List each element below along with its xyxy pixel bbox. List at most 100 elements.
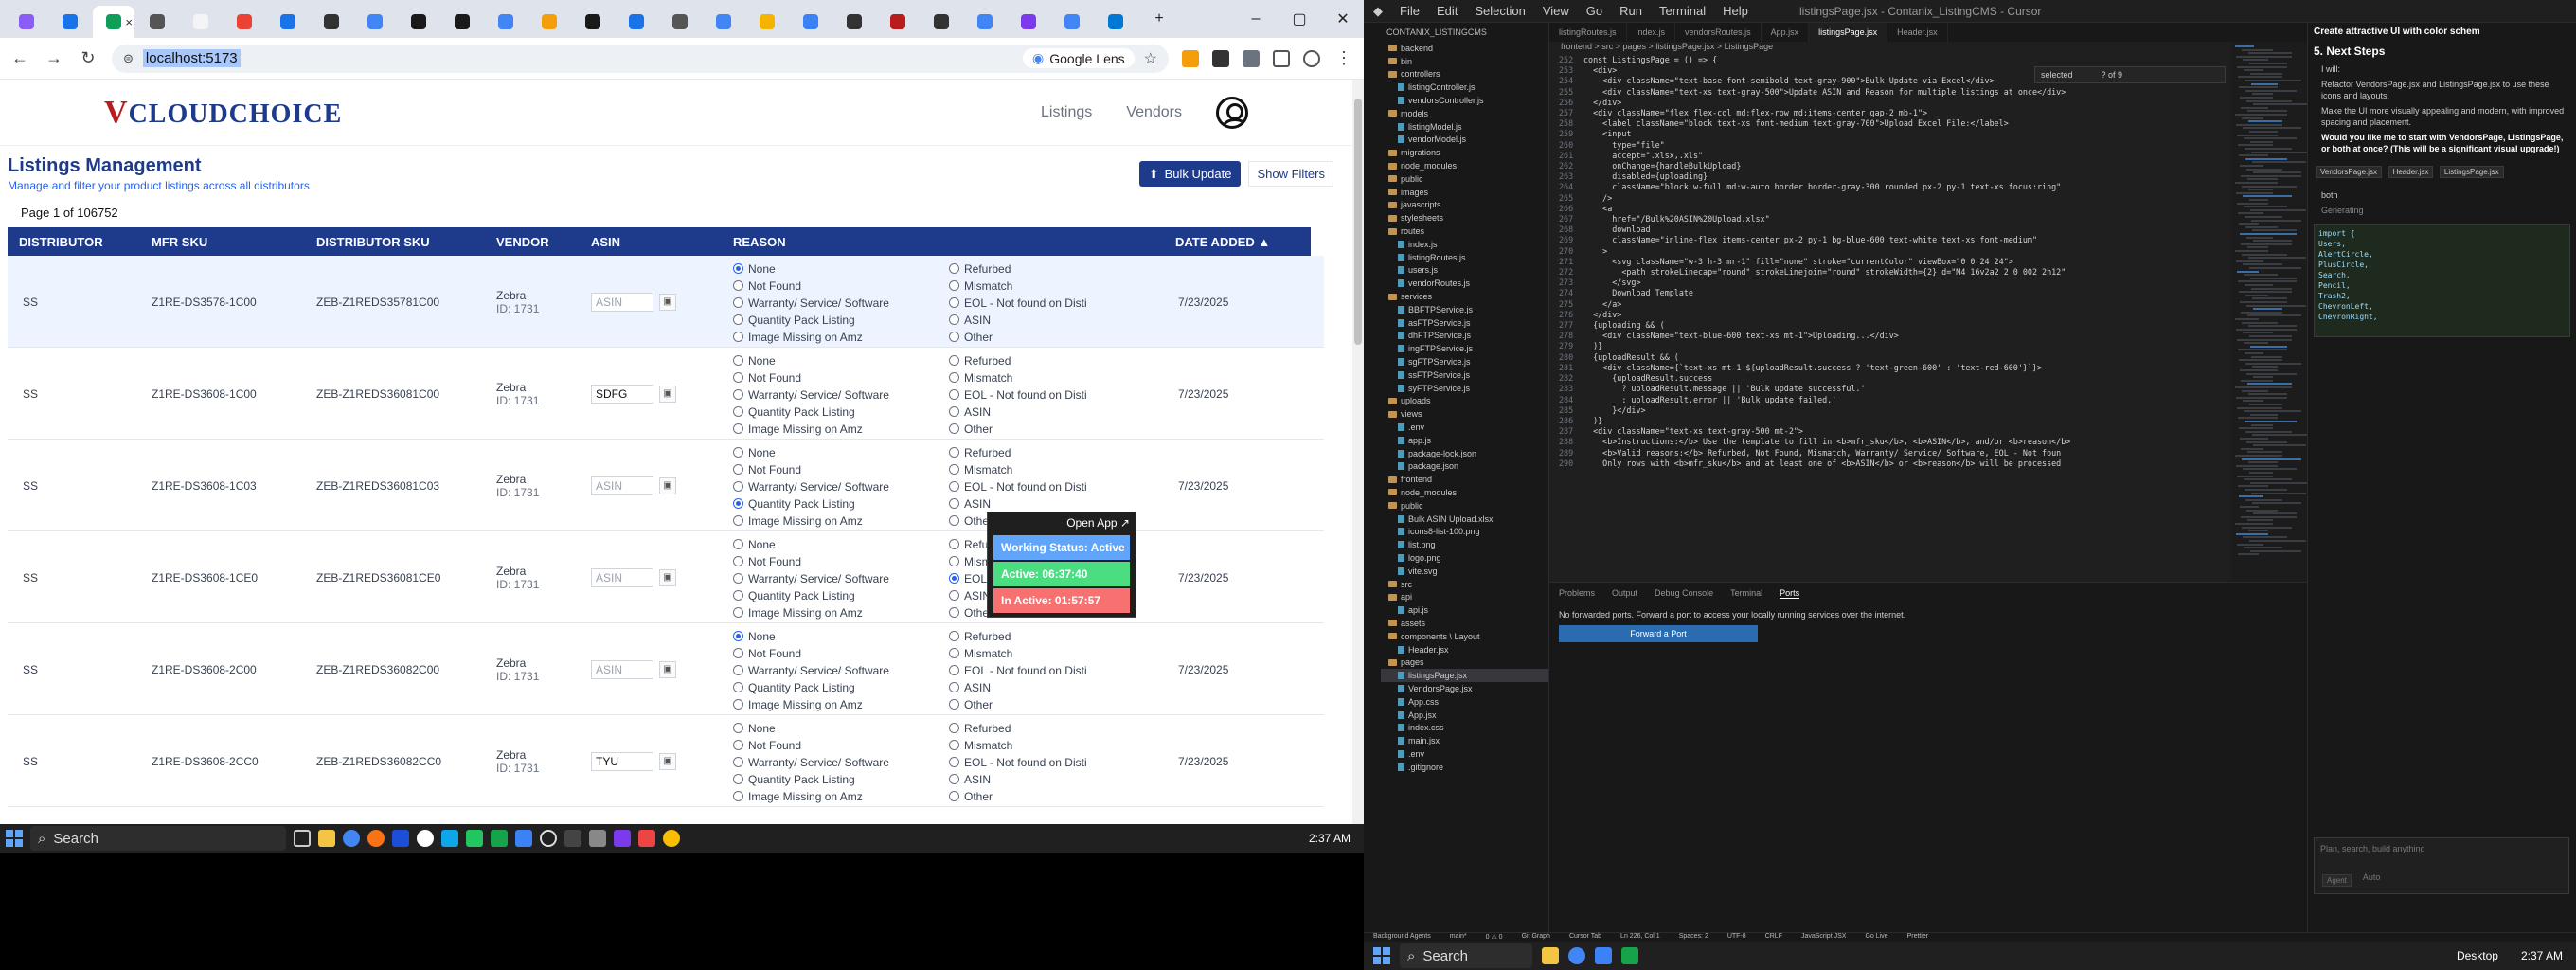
file-explorer-icon[interactable]: [318, 830, 335, 847]
reason-radio[interactable]: Refurbed: [949, 261, 1087, 276]
explorer-item[interactable]: assets: [1381, 617, 1548, 630]
open-app-link[interactable]: Open App ↗: [988, 512, 1136, 533]
explorer-item[interactable]: api.js: [1381, 603, 1548, 617]
radio-circle[interactable]: [949, 774, 959, 784]
reason-radio[interactable]: Image Missing on Amz: [733, 789, 889, 803]
browser-tab[interactable]: [398, 6, 439, 38]
explorer-item[interactable]: users.js: [1381, 264, 1548, 278]
explorer-item[interactable]: listingController.js: [1381, 81, 1548, 94]
reason-radio[interactable]: Refurbed: [949, 721, 1087, 735]
asin-input[interactable]: ASIN: [591, 659, 653, 679]
explorer-item[interactable]: VendorsPage.jsx: [1381, 682, 1548, 695]
radio-circle[interactable]: [949, 648, 959, 658]
radio-circle[interactable]: [949, 682, 959, 692]
reason-radio[interactable]: ASIN: [949, 496, 1087, 511]
radio-circle[interactable]: [949, 280, 959, 291]
status-item[interactable]: Ln 226, Col 1: [1620, 933, 1660, 942]
radio-circle[interactable]: [733, 573, 743, 584]
reason-radio[interactable]: Image Missing on Amz: [733, 697, 889, 711]
radio-circle[interactable]: [733, 406, 743, 417]
app-icon[interactable]: [417, 830, 434, 847]
col-mfr-sku[interactable]: MFR SKU: [152, 235, 207, 249]
editor-tab[interactable]: index.js: [1627, 23, 1676, 42]
reason-radio[interactable]: EOL - Not found on Disti: [949, 387, 1087, 402]
explorer-item[interactable]: api: [1381, 590, 1548, 603]
radio-circle[interactable]: [949, 481, 959, 492]
radio-circle[interactable]: [733, 498, 743, 509]
save-icon[interactable]: ▣: [659, 476, 676, 494]
file-explorer-icon[interactable]: [1542, 947, 1559, 964]
explorer-item[interactable]: main.jsx: [1381, 734, 1548, 747]
radio-circle[interactable]: [733, 607, 743, 618]
explorer-item[interactable]: bin: [1381, 55, 1548, 68]
reason-radio[interactable]: None: [733, 261, 889, 276]
reason-radio[interactable]: Not Found: [733, 738, 889, 752]
browser-tab[interactable]: [572, 6, 614, 38]
browser-tab[interactable]: [441, 6, 483, 38]
menu-help[interactable]: Help: [1723, 4, 1748, 18]
minimize-icon[interactable]: –: [1235, 10, 1277, 27]
taskbar-clock[interactable]: 2:37 AM: [2508, 949, 2576, 962]
reason-radio[interactable]: Quantity Pack Listing: [733, 313, 889, 327]
reason-radio[interactable]: None: [733, 445, 889, 459]
radio-circle[interactable]: [733, 297, 743, 308]
radio-circle[interactable]: [949, 699, 959, 710]
url-text[interactable]: localhost:5173: [142, 49, 241, 67]
show-filters-button[interactable]: Show Filters: [1248, 161, 1333, 187]
reason-radio[interactable]: Quantity Pack Listing: [733, 772, 889, 786]
nav-vendors[interactable]: Vendors: [1126, 104, 1182, 121]
col-vendor[interactable]: VENDOR: [496, 235, 549, 249]
reason-radio[interactable]: Image Missing on Amz: [733, 605, 889, 620]
reason-radio[interactable]: Other: [949, 789, 1087, 803]
menu-go[interactable]: Go: [1586, 4, 1602, 18]
browser-tab[interactable]: [180, 6, 222, 38]
explorer-item[interactable]: vendorModel.js: [1381, 134, 1548, 147]
agent-mode-select[interactable]: Agent: [2322, 874, 2352, 887]
explorer-item[interactable]: BBFTPService.js: [1381, 303, 1548, 316]
app-icon[interactable]: [564, 830, 581, 847]
reason-radio[interactable]: Mismatch: [949, 278, 1087, 293]
reason-radio[interactable]: Refurbed: [949, 353, 1087, 368]
vscode-icon[interactable]: [1595, 947, 1612, 964]
reason-radio[interactable]: Quantity Pack Listing: [733, 680, 889, 694]
col-date-added[interactable]: DATE ADDED ▲: [1175, 235, 1270, 249]
explorer-item[interactable]: components \ Layout: [1381, 630, 1548, 643]
radio-circle[interactable]: [733, 389, 743, 400]
reason-radio[interactable]: Not Found: [733, 278, 889, 293]
desktop-label[interactable]: Desktop: [2457, 949, 2498, 962]
status-item[interactable]: JavaScript JSX: [1801, 933, 1846, 942]
explorer-item[interactable]: javascripts: [1381, 199, 1548, 212]
vscode-icon[interactable]: [515, 830, 532, 847]
browser-tab[interactable]: [1008, 6, 1049, 38]
radio-circle[interactable]: [733, 423, 743, 434]
reason-radio[interactable]: None: [733, 629, 889, 643]
app-icon[interactable]: [441, 830, 458, 847]
radio-circle[interactable]: [949, 423, 959, 434]
browser-tab[interactable]: [659, 6, 701, 38]
taskbar-clock[interactable]: 2:37 AM: [1309, 832, 1364, 845]
explorer-item[interactable]: sgFTPService.js: [1381, 355, 1548, 368]
radio-circle[interactable]: [733, 648, 743, 658]
explorer-item[interactable]: asFTPService.js: [1381, 316, 1548, 330]
col-distributor-sku[interactable]: DISTRIBUTOR SKU: [316, 235, 430, 249]
browser-tab[interactable]: [6, 6, 47, 38]
status-item[interactable]: Go Live: [1865, 933, 1887, 942]
windows-start-icon[interactable]: [1373, 947, 1390, 964]
browser-tab[interactable]: [964, 6, 1006, 38]
asin-input[interactable]: ASIN: [591, 567, 653, 587]
model-select[interactable]: Auto: [2363, 872, 2381, 889]
explorer-item[interactable]: list.png: [1381, 538, 1548, 551]
explorer-item[interactable]: listingModel.js: [1381, 120, 1548, 134]
explorer-item[interactable]: package-lock.json: [1381, 447, 1548, 460]
radio-circle[interactable]: [949, 297, 959, 308]
explorer-item[interactable]: uploads: [1381, 395, 1548, 408]
reason-radio[interactable]: Not Found: [733, 370, 889, 385]
new-tab-icon[interactable]: +: [1138, 10, 1180, 27]
status-item[interactable]: Cursor Tab: [1569, 933, 1601, 942]
browser-tab[interactable]: [224, 6, 265, 38]
app-icon[interactable]: [589, 830, 606, 847]
radio-circle[interactable]: [733, 355, 743, 366]
explorer-item[interactable]: vite.svg: [1381, 565, 1548, 578]
task-view-icon[interactable]: [294, 830, 311, 847]
browser-tab[interactable]: [311, 6, 352, 38]
